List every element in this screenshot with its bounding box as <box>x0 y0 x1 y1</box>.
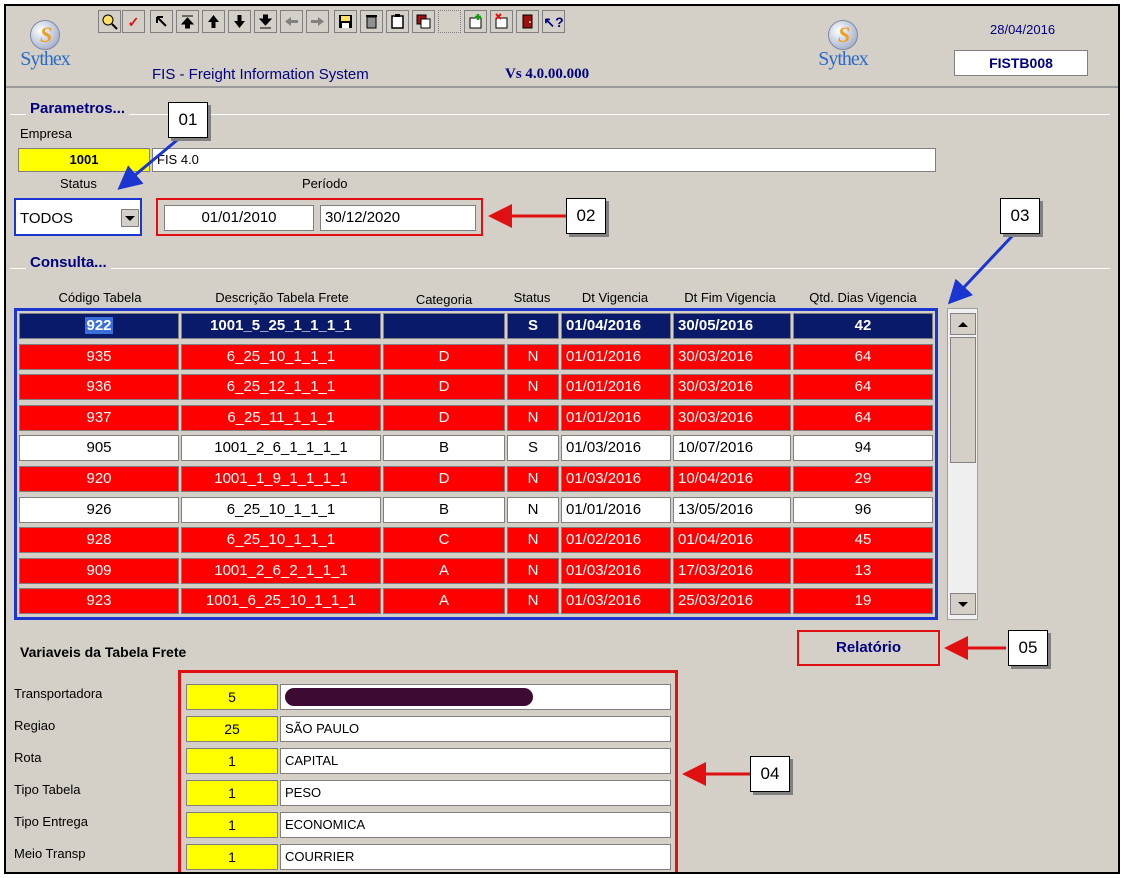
delete-record-icon[interactable] <box>490 10 513 33</box>
empresa-name-field[interactable]: FIS 4.0 <box>152 148 936 172</box>
parametros-title: Parametros... <box>26 100 130 117</box>
arrow-up-left-icon[interactable] <box>150 10 173 33</box>
variaveis-title: Variaveis da Tabela Frete <box>20 644 187 660</box>
chevron-down-icon[interactable] <box>121 209 139 227</box>
variavel-label: Regiao <box>14 718 56 733</box>
clipboard-icon[interactable] <box>386 10 409 33</box>
callout-03: 03 <box>1000 198 1040 234</box>
screen-code: FISTB008 <box>954 50 1088 76</box>
variavel-label: Meio Transp <box>14 846 86 861</box>
arrow-right-icon[interactable] <box>306 10 329 33</box>
variavel-label: Tipo Tabela <box>14 782 81 797</box>
add-record-icon[interactable] <box>464 10 487 33</box>
sythex-logo: S Sythex <box>20 20 71 70</box>
insert-icon[interactable] <box>438 10 461 33</box>
current-date: 28/04/2016 <box>990 22 1056 37</box>
period-end-field[interactable]: 30/12/2020 <box>320 205 476 231</box>
callout-04: 04 <box>750 756 790 792</box>
consulta-group-border <box>10 268 1110 269</box>
callout-05: 05 <box>1008 630 1048 666</box>
app-window: S Sythex ✓ ↖? FIS - Freight Information … <box>0 0 1125 878</box>
grid-highlight-box <box>14 308 938 620</box>
delete-icon[interactable] <box>360 10 383 33</box>
app-title: FIS - Freight Information System <box>152 66 369 83</box>
arrow-last-icon[interactable] <box>254 10 277 33</box>
period-start-field[interactable]: 01/01/2010 <box>164 205 314 231</box>
save-icon[interactable] <box>334 10 357 33</box>
app-version: Vs 4.0.00.000 <box>505 66 590 82</box>
col-codigo-tabela: Código Tabela <box>58 290 142 305</box>
sythex-logo-right: S Sythex <box>818 20 869 70</box>
empresa-code-field[interactable]: 1001 <box>18 148 150 172</box>
help-pointer-icon[interactable]: ↖? <box>542 10 565 33</box>
callout-03-arrow <box>947 230 1018 305</box>
scroll-up-icon[interactable] <box>950 313 976 335</box>
col-dt-vigencia: Dt Vigencia <box>581 290 649 305</box>
relatorio-button[interactable]: Relatório <box>797 630 940 666</box>
arrow-left-icon[interactable] <box>280 10 303 33</box>
variaveis-highlight-box <box>178 670 678 872</box>
period-box: 01/01/2010 30/12/2020 <box>156 198 483 236</box>
arrow-up-icon[interactable] <box>202 10 225 33</box>
grid-scrollbar[interactable] <box>947 308 978 620</box>
empresa-label: Empresa <box>20 126 73 141</box>
variavel-label: Tipo Entrega <box>14 814 88 829</box>
status-select-value: TODOS <box>20 210 74 227</box>
main-frame: S Sythex ✓ ↖? FIS - Freight Information … <box>4 4 1120 874</box>
check-icon[interactable]: ✓ <box>122 10 145 33</box>
scroll-thumb[interactable] <box>950 337 976 463</box>
arrow-down-icon[interactable] <box>228 10 251 33</box>
col-categoria: Categoria <box>415 292 473 307</box>
copy-icon[interactable] <box>412 10 435 33</box>
callout-02: 02 <box>566 198 606 234</box>
col-descricao: Descrição Tabela Frete <box>215 290 349 305</box>
status-label: Status <box>60 176 97 191</box>
status-select[interactable]: TODOS <box>14 198 142 236</box>
variavel-label: Transportadora <box>14 686 103 701</box>
search-person-icon[interactable] <box>98 10 121 33</box>
col-status: Status <box>513 290 551 305</box>
col-dt-fim-vigencia: Dt Fim Vigencia <box>684 290 776 305</box>
header-bar: S Sythex ✓ ↖? FIS - Freight Information … <box>6 6 1118 88</box>
periodo-label: Período <box>302 176 348 191</box>
scroll-down-icon[interactable] <box>950 593 976 615</box>
callout-01: 01 <box>168 102 208 138</box>
col-qtd-dias: Qtd. Dias Vigencia <box>809 290 917 305</box>
exit-door-icon[interactable] <box>516 10 539 33</box>
arrow-first-icon[interactable] <box>176 10 199 33</box>
variavel-label: Rota <box>14 750 42 765</box>
consulta-title: Consulta... <box>26 254 111 271</box>
